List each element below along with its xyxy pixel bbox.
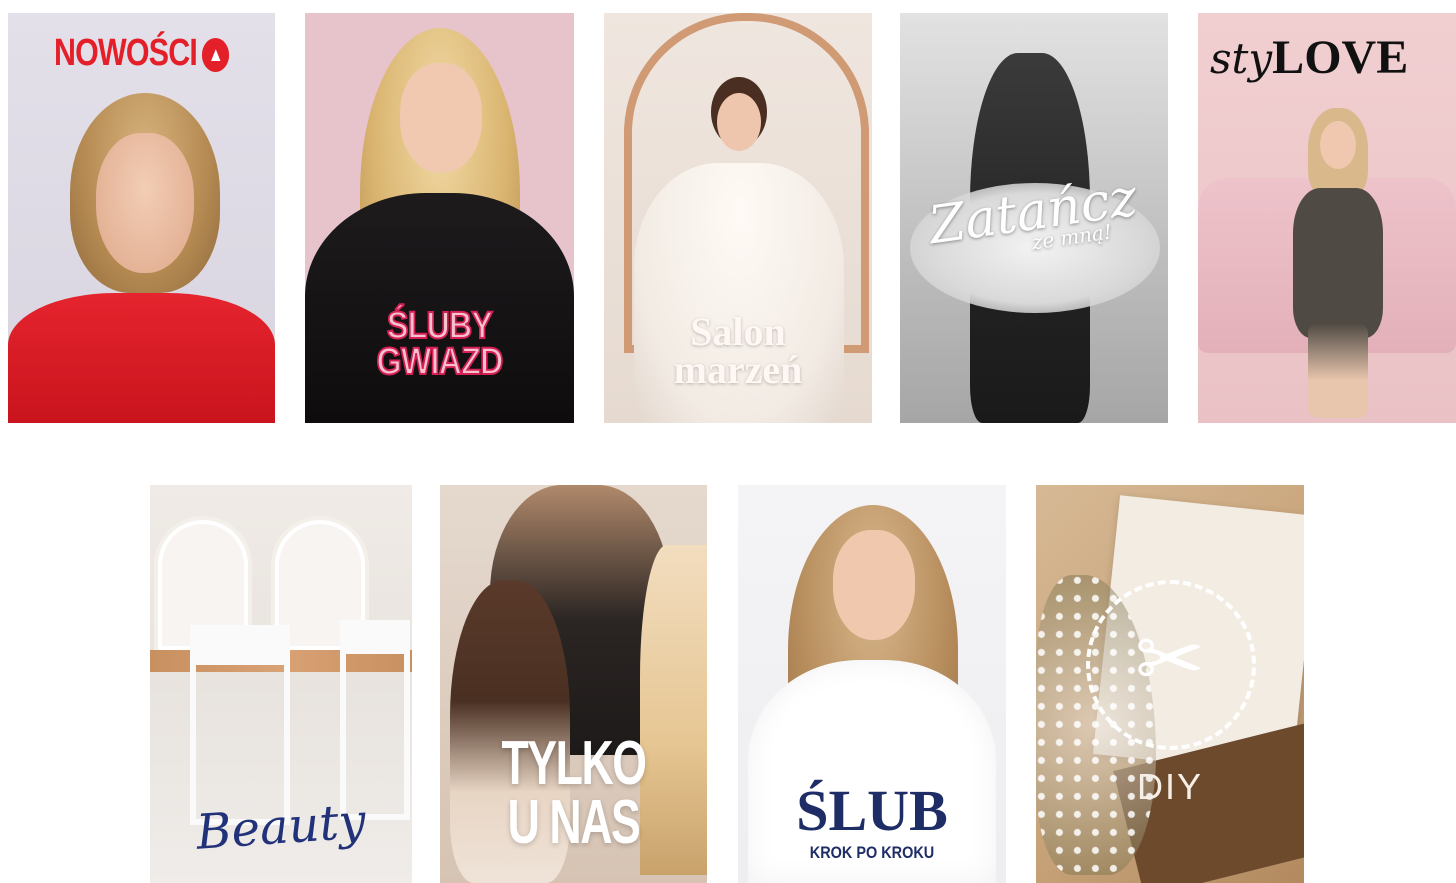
tile-beauty[interactable]: Beauty [150, 485, 412, 883]
tile-title: TYLKO U NAS [477, 729, 669, 857]
tile-nowosci[interactable]: NOWOŚCI ▲ [8, 13, 275, 423]
tile-title: styLOVE [1210, 34, 1408, 83]
tile-subtitle: KROK PO KROKU [809, 843, 935, 862]
tile-title: ŚLUB [796, 778, 948, 843]
tile-title-prefix: sty [1210, 34, 1273, 83]
tile-title: ŚLUBY GWIAZD [325, 305, 554, 384]
tile-slub-krok-po-kroku[interactable]: ŚLUB KROK PO KROKU [738, 485, 1006, 883]
presenter-face [833, 530, 915, 640]
tile-title: DIY [1136, 766, 1203, 807]
presenter-face [96, 133, 194, 273]
tile-title-line2: U NAS [507, 787, 641, 857]
tile-title-line2: marzeń [673, 347, 803, 392]
tile-title-line1: Salon [690, 309, 786, 354]
tile-title-line2: GWIAZD [376, 341, 504, 384]
tile-tylko-u-nas[interactable]: TYLKO U NAS [440, 485, 707, 883]
tile-title-line1: ŚLUBY [386, 305, 494, 347]
tile-diy[interactable]: ✂ DIY [1036, 485, 1304, 883]
fire-icon: ▲ [201, 38, 230, 72]
tile-salon-marzen[interactable]: Salon marzeń [604, 13, 872, 423]
director-chair [340, 620, 410, 820]
presenter-outfit [1293, 188, 1383, 338]
tile-stylove[interactable]: styLOVE [1198, 13, 1456, 423]
tile-sluby-gwiazd[interactable]: ŚLUBY GWIAZD [305, 13, 574, 423]
presenter-face [1320, 121, 1356, 169]
presenter-red-jacket [8, 293, 275, 423]
tile-title-line1: TYLKO [501, 729, 647, 798]
presenter-face [400, 63, 482, 173]
tile-title-suffix: LOVE [1272, 31, 1409, 84]
scissors-icon: ✂ [1134, 612, 1206, 706]
tile-title: Salon marzeń [604, 309, 872, 392]
tile-title-text: NOWOŚCI [53, 32, 198, 74]
presenter-legs [1308, 323, 1368, 418]
director-chair [190, 625, 290, 825]
tile-zatancz-ze-mna[interactable]: Zatańcz ze mną! [900, 13, 1168, 423]
tile-title: NOWOŚCI ▲ [35, 32, 249, 74]
bride-face [717, 93, 761, 151]
